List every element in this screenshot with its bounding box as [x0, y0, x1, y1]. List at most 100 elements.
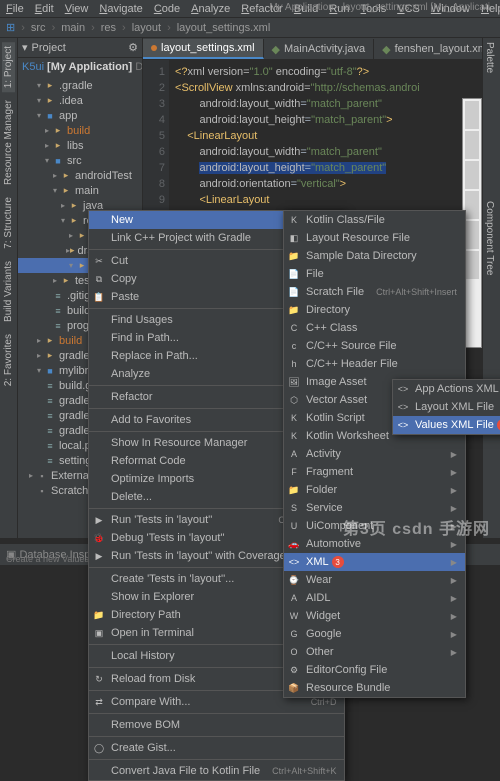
window-title: My Application - layout_settings.xml [My… — [269, 2, 490, 13]
tree-node[interactable]: ▾▸main — [18, 183, 142, 198]
context-submenu-new[interactable]: KKotlin Class/File◧Layout Resource File📁… — [283, 210, 466, 698]
menu-icon: ◯ — [93, 742, 105, 754]
menu-icon: 🖼 — [288, 376, 300, 388]
menu-code[interactable]: Code — [154, 3, 180, 15]
context-submenu-xml[interactable]: <>App Actions XML File<>Layout XML File<… — [392, 379, 500, 435]
menu-icon: W — [288, 610, 300, 622]
tree-node[interactable]: ▾▸.idea — [18, 93, 142, 108]
chevron-down-icon: ▾ — [22, 41, 28, 54]
tree-node[interactable]: ▸▸libs — [18, 138, 142, 153]
editor-tab[interactable]: ◆MainActivity.java — [264, 39, 375, 59]
menu-icon: 📄 — [288, 268, 300, 280]
menu-item[interactable]: 🚗Automotive▶ — [284, 535, 465, 553]
crumb-main[interactable]: main — [61, 22, 85, 34]
project-root[interactable]: K5ui [My Application] D:\AndroidSt — [18, 58, 142, 76]
menu-file[interactable]: File — [6, 3, 24, 15]
menu-item[interactable]: GGoogle▶ — [284, 625, 465, 643]
menu-item[interactable]: ◯Create Gist... — [89, 739, 344, 757]
crumb-layout[interactable]: layout — [132, 22, 161, 34]
menu-icon: ✂ — [93, 255, 105, 267]
menu-item[interactable]: ◧Layout Resource File — [284, 229, 465, 247]
menu-item[interactable]: 📄Scratch FileCtrl+Alt+Shift+Insert — [284, 283, 465, 301]
menu-navigate[interactable]: Navigate — [99, 3, 142, 15]
menu-item[interactable]: 📄File — [284, 265, 465, 283]
menu-icon: ▶ — [93, 550, 105, 562]
menu-item[interactable]: <>App Actions XML File — [393, 380, 500, 398]
menu-view[interactable]: View — [65, 3, 89, 15]
project-header[interactable]: ▾ Project ⚙ — [18, 38, 142, 58]
right-tab-component[interactable]: Component Tree — [483, 197, 496, 280]
project-header-label: Project — [32, 42, 66, 54]
menu-item[interactable]: SService▶ — [284, 499, 465, 517]
tree-node[interactable]: ▾▸.gradle — [18, 78, 142, 93]
menu-icon: S — [288, 502, 300, 514]
menu-icon: ▶ — [93, 514, 105, 526]
menu-icon: h — [288, 358, 300, 370]
toolwindow-tab[interactable]: 7: Structure — [2, 193, 15, 253]
right-toolstrip: Palette Component Tree — [482, 38, 500, 538]
editor-tabs: layout_settings.xml◆MainActivity.java◆fe… — [143, 38, 500, 60]
menu-icon: ⚙ — [288, 664, 300, 676]
menu-icon: ⇄ — [93, 696, 105, 708]
menu-item[interactable]: Remove BOM — [89, 716, 344, 734]
menu-icon: ▣ — [93, 627, 105, 639]
menu-item[interactable]: 📁Directory — [284, 301, 465, 319]
menu-item[interactable]: 📦Resource Bundle — [284, 679, 465, 697]
crumb-src[interactable]: src — [31, 22, 46, 34]
crumb-res[interactable]: res — [101, 22, 116, 34]
menu-item[interactable]: AActivity▶ — [284, 445, 465, 463]
menu-item[interactable]: ⚙EditorConfig File — [284, 661, 465, 679]
tree-node[interactable]: ▾■src — [18, 153, 142, 168]
menu-icon: 📄 — [288, 286, 300, 298]
menu-item[interactable]: CC++ Class — [284, 319, 465, 337]
menu-item[interactable]: <>Values XML File4 — [393, 416, 500, 434]
tree-node[interactable]: ▸▸androidTest — [18, 168, 142, 183]
menu-icon: 📋 — [93, 291, 105, 303]
menu-item[interactable]: <>Layout XML File — [393, 398, 500, 416]
menu-edit[interactable]: Edit — [35, 3, 54, 15]
menu-item[interactable]: AAIDL▶ — [284, 589, 465, 607]
editor-tab[interactable]: layout_settings.xml — [143, 39, 264, 59]
menu-icon: 📁 — [93, 609, 105, 621]
menu-icon: ⌚ — [288, 574, 300, 586]
menu-icon: 📁 — [288, 304, 300, 316]
toolwindow-tab[interactable]: Resource Manager — [2, 96, 15, 189]
menu-item[interactable]: WWidget▶ — [284, 607, 465, 625]
menu-icon: K — [288, 412, 300, 424]
menu-item[interactable]: Convert Java File to Kotlin FileCtrl+Alt… — [89, 762, 344, 780]
menu-item[interactable]: ⌚Wear▶ — [284, 571, 465, 589]
menu-icon: G — [288, 628, 300, 640]
menu-item[interactable]: KKotlin Class/File — [284, 211, 465, 229]
menu-icon: 📁 — [288, 250, 300, 262]
right-tab-palette[interactable]: Palette — [483, 38, 496, 77]
toolwindow-tab[interactable]: 2: Favorites — [2, 330, 15, 390]
menu-icon: A — [288, 448, 300, 460]
menu-item[interactable]: OOther▶ — [284, 643, 465, 661]
menu-item[interactable]: <>XML3▶ — [284, 553, 465, 571]
menu-item[interactable]: UUiComponent▶ — [284, 517, 465, 535]
tree-node[interactable]: ▸▸build — [18, 123, 142, 138]
menu-icon: A — [288, 592, 300, 604]
menu-item[interactable]: hC/C++ Header File — [284, 355, 465, 373]
menu-icon: <> — [397, 419, 409, 431]
menu-icon: O — [288, 646, 300, 658]
menu-icon: 🐞 — [93, 532, 105, 544]
menu-item[interactable]: 📁Sample Data Directory — [284, 247, 465, 265]
menu-item[interactable]: FFragment▶ — [284, 463, 465, 481]
editor-tab[interactable]: ◆fenshen_layout.xml — [374, 39, 498, 59]
menu-icon: 📦 — [288, 682, 300, 694]
menu-analyze[interactable]: Analyze — [191, 3, 230, 15]
menu-icon: ⧉ — [93, 273, 105, 285]
menu-item[interactable]: cC/C++ Source File — [284, 337, 465, 355]
menu-icon: 🚗 — [288, 538, 300, 550]
menu-icon: K — [288, 214, 300, 226]
toolwindow-tab[interactable]: Build Variants — [2, 257, 15, 326]
menu-icon: ⬡ — [288, 394, 300, 406]
tree-node[interactable]: ▾■app — [18, 108, 142, 123]
toolwindow-tab[interactable]: 1: Project — [2, 42, 15, 92]
menu-item[interactable]: 📁Folder▶ — [284, 481, 465, 499]
gear-icon[interactable]: ⚙ — [128, 41, 138, 54]
crumb-layout_settings.xml[interactable]: layout_settings.xml — [177, 22, 271, 34]
menu-icon: F — [288, 466, 300, 478]
menu-icon: ◧ — [288, 232, 300, 244]
